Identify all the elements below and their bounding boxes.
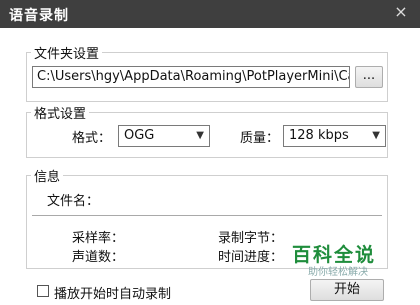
info-legend: 信息 <box>31 166 64 185</box>
recorded-bytes-label: 录制字节： <box>218 231 284 246</box>
quality-label: 质量： <box>240 131 280 146</box>
format-settings-legend: 格式设置 <box>31 103 90 122</box>
start-button[interactable]: 开始 <box>310 279 384 301</box>
channels-label: 声道数： <box>72 250 125 265</box>
sample-rate-label: 采样率： <box>72 231 125 246</box>
quality-select-value: 128 kbps <box>289 128 349 143</box>
chevron-down-icon: ▼ <box>196 130 204 141</box>
info-divider <box>32 215 382 216</box>
folder-settings-legend: 文件夹设置 <box>31 43 103 62</box>
quality-select[interactable]: 128 kbps ▼ <box>283 125 386 147</box>
window-title: 语音录制 <box>9 8 69 24</box>
title-bar: 语音录制 × <box>0 0 420 28</box>
filename-label: 文件名： <box>47 194 100 209</box>
close-icon[interactable]: × <box>392 3 410 21</box>
format-select[interactable]: OGG ▼ <box>118 125 210 147</box>
format-select-value: OGG <box>124 128 155 143</box>
browse-button[interactable]: ... <box>355 66 383 88</box>
autostart-checkbox[interactable] <box>37 285 49 297</box>
watermark-tagline: 助你轻松解决 <box>308 267 368 278</box>
chevron-down-icon: ▼ <box>372 130 380 141</box>
capture-path-field[interactable]: C:\Users\hgy\AppData\Roaming\PotPlayerMi… <box>32 66 350 88</box>
autostart-label[interactable]: 播放开始时自动录制 <box>54 283 171 302</box>
format-label: 格式： <box>72 131 112 146</box>
time-progress-label: 时间进度： <box>218 250 284 265</box>
